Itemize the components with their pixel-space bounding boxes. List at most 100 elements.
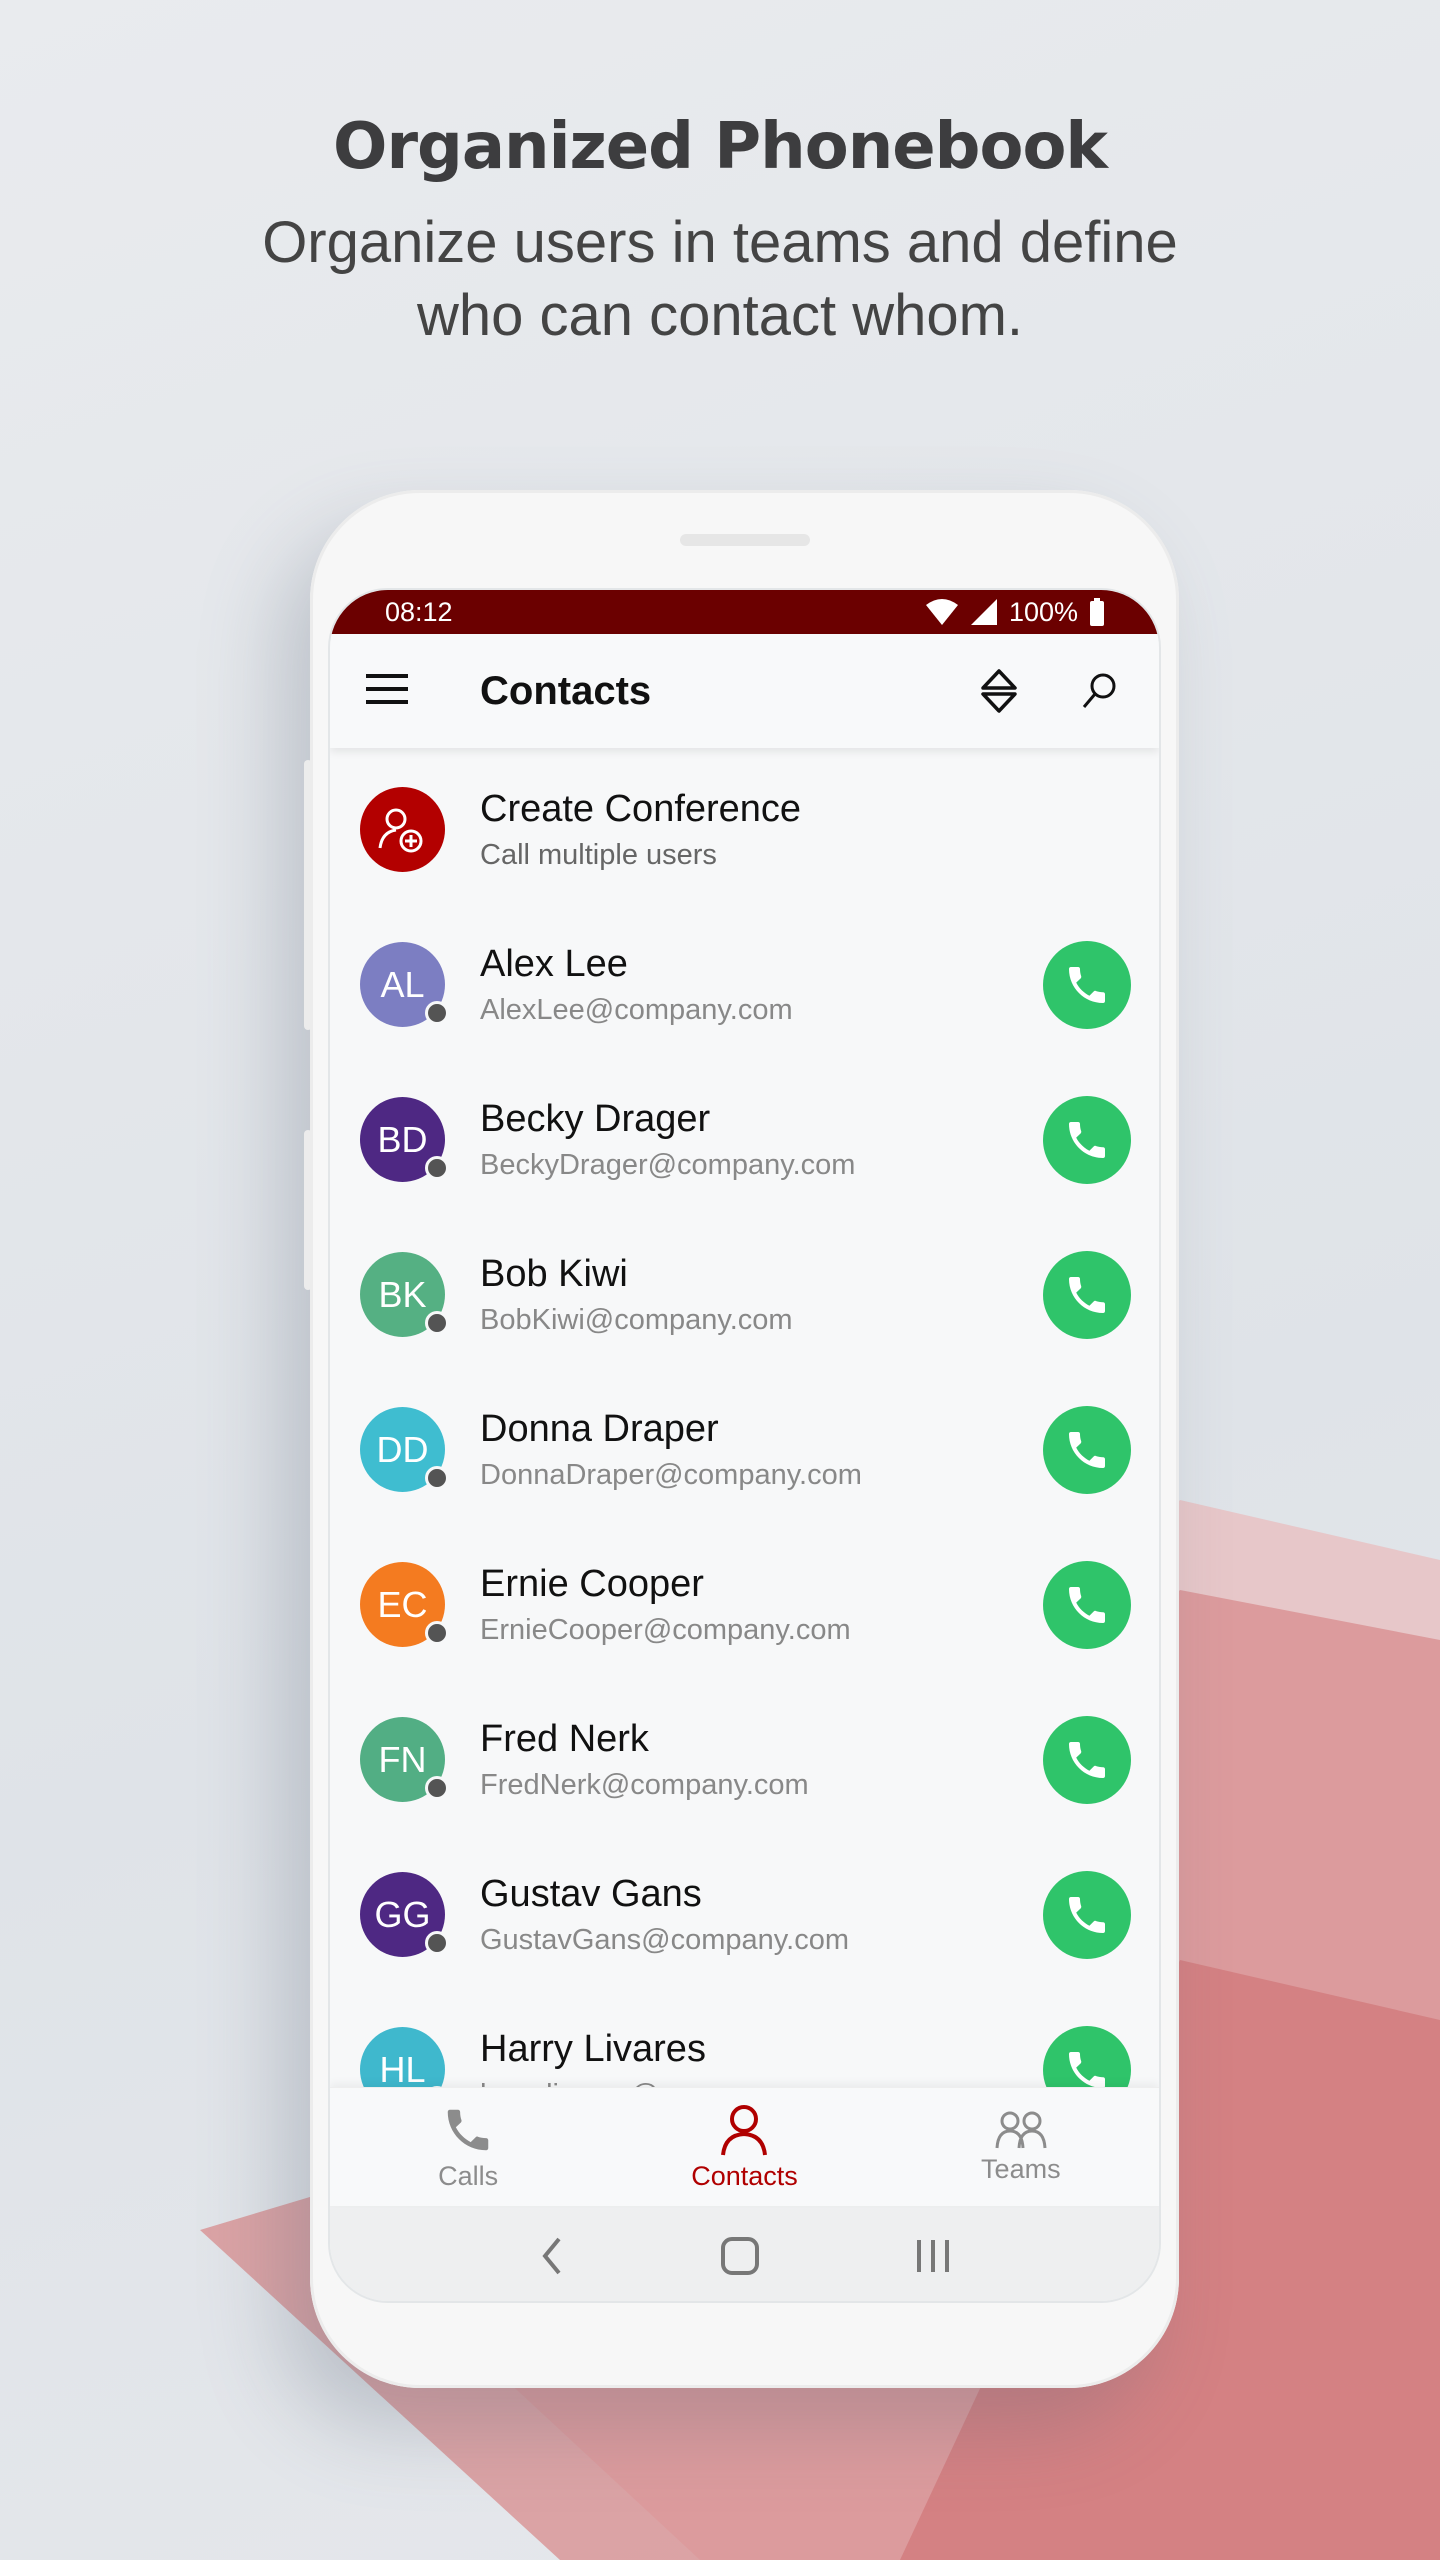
contact-row[interactable]: GG Gustav Gans GustavGans@company.com [330, 1837, 1159, 1992]
contacts-list[interactable]: Create Conference Call multiple users AL … [330, 748, 1159, 2087]
sort-button[interactable] [949, 668, 1049, 714]
contact-name: Donna Draper [480, 1407, 719, 1450]
avatar-initials: DD [376, 1428, 429, 1470]
tab-teams-label: Teams [981, 2153, 1061, 2184]
call-button[interactable] [1043, 1715, 1131, 1804]
contact-email: harrylivares@company.com [480, 2079, 838, 2088]
presence-indicator [425, 1311, 449, 1335]
search-button[interactable] [1049, 672, 1149, 710]
contact-row[interactable]: EC Ernie Cooper ErnieCooper@company.com [330, 1527, 1159, 1682]
contact-name: Gustav Gans [480, 1872, 702, 1915]
wifi-icon [925, 599, 958, 625]
contact-row[interactable]: BK Bob Kiwi BobKiwi@company.com [330, 1217, 1159, 1372]
search-icon [1082, 673, 1116, 708]
presence-indicator [425, 1001, 449, 1025]
contact-email: AlexLee@company.com [480, 993, 793, 1026]
contact-row[interactable]: DD Donna Draper DonnaDraper@company.com [330, 1372, 1159, 1527]
avatar-initials: FN [378, 1738, 427, 1780]
presence-indicator [425, 1776, 449, 1800]
contact-email: BobKiwi@company.com [480, 1303, 793, 1336]
page-title: Contacts [480, 668, 652, 713]
hero-subtitle-line-2: who can contact whom. [416, 283, 1024, 348]
home-icon[interactable] [720, 2236, 760, 2276]
create-conference-row[interactable]: Create Conference Call multiple users [330, 752, 1159, 907]
phone-frame: 08:12 100% Contacts Create Conference Cal… [304, 490, 1179, 2388]
phone-icon [1069, 1276, 1105, 1313]
bottom-navigation: Calls Contacts Teams [330, 2087, 1159, 2206]
contact-row[interactable]: FN Fred Nerk FredNerk@company.com [330, 1682, 1159, 1837]
call-button[interactable] [1043, 940, 1131, 1029]
call-button[interactable] [1043, 1095, 1131, 1184]
tab-teams[interactable]: Teams [883, 2088, 1159, 2206]
team-icon [995, 2111, 1047, 2148]
signal-icon [970, 599, 997, 625]
contact-row[interactable]: BD Becky Drager BeckyDrager@company.com [330, 1062, 1159, 1217]
call-button[interactable] [1043, 1560, 1131, 1649]
contact-name: Bob Kiwi [480, 1252, 628, 1295]
contact-email: ErnieCooper@company.com [480, 1613, 851, 1646]
phone-screen: 08:12 100% Contacts Create Conference Cal… [328, 588, 1161, 2303]
avatar: AL [360, 942, 449, 1027]
status-bar: 08:12 100% [330, 590, 1159, 634]
presence-indicator [425, 1931, 449, 1955]
phone-icon [1069, 1741, 1105, 1778]
menu-button[interactable] [330, 673, 480, 709]
contact-email: DonnaDraper@company.com [480, 1458, 862, 1491]
tab-calls-label: Calls [438, 2160, 499, 2191]
contact-row[interactable]: AL Alex Lee AlexLee@company.com [330, 907, 1159, 1062]
phone-icon [1069, 1586, 1105, 1623]
call-button[interactable] [1043, 1405, 1131, 1494]
avatar-initials: BK [378, 1273, 427, 1315]
phone-volume-button [304, 760, 312, 1030]
phone-icon [1069, 1431, 1105, 1468]
contact-name: Harry Livares [480, 2027, 706, 2070]
hero-subtitle: Organize users in teams and define who ca… [0, 206, 1440, 352]
hero-header: Organized Phonebook Organize users in te… [0, 110, 1440, 352]
sort-icon [981, 669, 1017, 713]
phone-icon [1069, 1896, 1105, 1933]
presence-indicator [425, 1156, 449, 1180]
call-button[interactable] [1043, 1870, 1131, 1959]
avatar: BK [360, 1252, 449, 1337]
phone-icon [1069, 966, 1105, 1003]
avatar-initials: BD [377, 1118, 428, 1160]
add-user-icon [378, 808, 422, 852]
call-button[interactable] [1043, 1250, 1131, 1339]
avatar-initials: HL [379, 2048, 426, 2088]
contact-name: Fred Nerk [480, 1717, 649, 1760]
presence-indicator [425, 1621, 449, 1645]
presence-indicator [425, 1466, 449, 1490]
recents-icon[interactable] [913, 2236, 953, 2276]
tab-contacts-label: Contacts [691, 2160, 798, 2191]
system-navigation-bar [330, 2206, 1159, 2301]
avatar: HL [360, 2027, 449, 2088]
contact-email: BeckyDrager@company.com [480, 1148, 856, 1181]
avatar: EC [360, 1562, 449, 1647]
app-bar: Contacts [330, 634, 1159, 748]
tab-calls[interactable]: Calls [330, 2088, 606, 2206]
phone-icon [447, 2109, 489, 2150]
tab-contacts[interactable]: Contacts [606, 2088, 882, 2206]
avatar: FN [360, 1717, 449, 1802]
status-time: 08:12 [385, 596, 453, 627]
hero-title: Organized Phonebook [333, 110, 1108, 184]
avatar-initials: EC [377, 1583, 428, 1625]
contact-email: GustavGans@company.com [480, 1923, 849, 1956]
call-button[interactable] [1043, 2025, 1131, 2087]
person-icon [721, 2104, 768, 2155]
contact-name: Ernie Cooper [480, 1562, 704, 1605]
conference-avatar [360, 787, 445, 872]
avatar: GG [360, 1872, 449, 1957]
phone-speaker [680, 534, 810, 546]
conference-title: Create Conference [480, 787, 802, 830]
avatar: DD [360, 1407, 449, 1492]
contact-name: Alex Lee [480, 942, 628, 985]
avatar-initials: AL [380, 963, 425, 1005]
phone-icon [1069, 1121, 1105, 1158]
contact-row[interactable]: HL Harry Livares harrylivares@company.com [330, 1992, 1159, 2087]
battery-icon [1090, 598, 1104, 626]
back-icon[interactable] [537, 2236, 567, 2276]
avatar: BD [360, 1097, 449, 1182]
menu-icon [366, 673, 408, 704]
contact-name: Becky Drager [480, 1097, 711, 1140]
